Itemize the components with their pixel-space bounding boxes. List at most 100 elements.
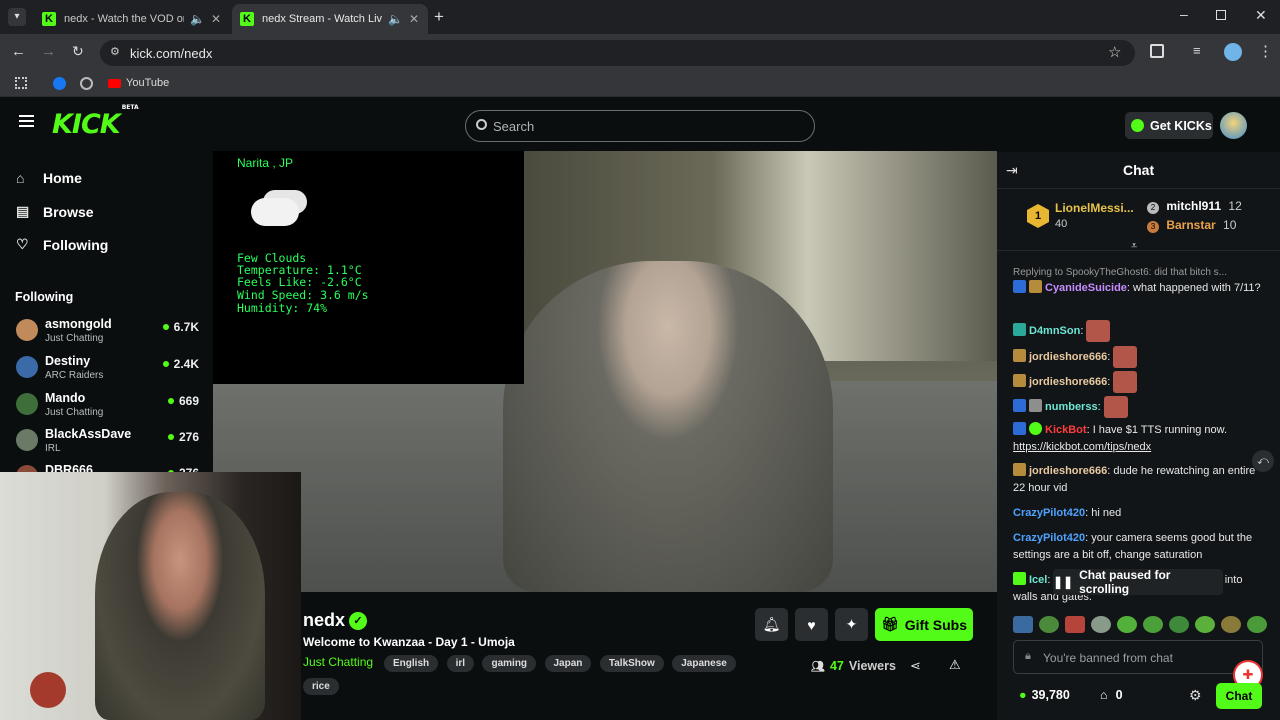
channel-name[interactable]: nedx [303,610,345,631]
chat-message: CrazyPilot420: hi ned [1013,507,1122,519]
new-tab-icon[interactable]: + [434,7,444,27]
live-dot-icon [167,398,174,404]
emote-icon[interactable] [1169,616,1189,633]
tag-rice[interactable]: rice [303,678,339,695]
tag-japan[interactable]: Japan [544,655,592,672]
gifter-name: LionelMessi... [1055,201,1134,215]
apps-grid-icon[interactable] [15,77,27,89]
chat-username[interactable]: CrazyPilot420 [1013,532,1085,544]
emote-icon[interactable] [1221,616,1241,633]
emote-bar [1013,614,1268,634]
get-kicks-button[interactable]: Get KICKs [1125,112,1213,139]
chat-username[interactable]: CyanideSuicide [1045,282,1127,294]
top-gifter-3[interactable]: 3 Barnstar 10 [1147,218,1267,234]
emote-icon[interactable] [1143,616,1163,633]
emote-icon [1113,371,1138,393]
chat-username[interactable]: D4mnSon [1029,325,1080,337]
category-link[interactable]: Just Chatting [303,655,373,669]
video-player[interactable]: Narita , JP Few Clouds Temperature: 1.1°… [213,151,997,592]
viewer-count-value: 669 [178,394,199,408]
channel-item-mando[interactable]: Mando Just Chatting 669 [16,389,206,423]
tag-japanese[interactable]: Japanese [672,655,736,672]
chat-username[interactable]: CrazyPilot420 [1013,507,1085,519]
facebook-icon[interactable] [53,77,66,90]
chat-username[interactable]: Icel [1029,574,1047,586]
profile-avatar[interactable] [1224,43,1242,61]
sub-badge-icon [1013,280,1026,293]
back-icon[interactable]: ← [11,43,26,60]
nav-browse[interactable]: ▤ Browse [16,203,94,220]
share-icon[interactable]: ⋖ [910,658,921,674]
tab-stream[interactable]: K nedx Stream - Watch Live on Kick 🔈 ✕ [232,4,428,34]
follow-button[interactable]: ♥ [795,608,828,641]
bell-icon: 🔔︎ [762,616,781,632]
tag-irl[interactable]: irl [446,655,475,672]
nav-home[interactable]: ⌂ Home [16,170,82,186]
emote-icon[interactable] [1247,616,1267,633]
chat-link[interactable]: https://kickbot.com/tips/nedx [1013,441,1151,453]
reload-icon[interactable]: ↻ [72,43,84,60]
emote-icon[interactable] [1013,616,1033,633]
tab-vod[interactable]: K nedx - Watch the VOD on Kick 🔈 ✕ [34,4,230,34]
browser-menu-icon[interactable]: ⋮ [1258,42,1273,60]
chat-text: I have $1 TTS running now. [1092,424,1228,436]
channel-category: Just Chatting [45,333,104,344]
scroll-to-bottom-button[interactable]: ⤺ [1252,450,1274,472]
chat-username[interactable]: KickBot [1045,424,1087,436]
url-text: kick.com/nedx [130,46,213,61]
chat-send-button[interactable]: Chat [1216,683,1262,709]
globe-icon[interactable] [80,77,93,90]
channel-category: Just Chatting [45,407,104,418]
chat-username[interactable]: jordieshore666 [1029,465,1107,477]
chat-username[interactable]: jordieshore666 [1029,351,1107,363]
bookmark-youtube[interactable]: YouTube [108,77,169,89]
top-gifter-2[interactable]: 2 mitchl911 12 [1147,199,1267,215]
nav-following[interactable]: ♡ Following [16,236,108,253]
channel-item-asmongold[interactable]: asmongold Just Chatting 6.7K [16,315,206,349]
video-person [503,261,833,592]
chat-input[interactable]: 🔒︎ You're banned from chat [1013,640,1263,674]
chat-paused-notice[interactable]: ❚❚ Chat paused for scrolling [1053,568,1223,596]
forward-icon[interactable]: → [41,43,56,60]
close-window-icon[interactable]: ✕ [1255,7,1267,24]
channel-points[interactable]: ● 39,780 [1019,688,1070,702]
tag-gaming[interactable]: gaming [482,655,537,672]
top-gifter-1[interactable]: 1 LionelMessi... 40 [1027,200,1147,236]
chat-username[interactable]: jordieshore666 [1029,376,1107,388]
emote-icon[interactable] [1117,616,1137,633]
tab-list-icon[interactable]: ▾ [8,8,26,26]
close-tab-icon[interactable]: ✕ [211,12,221,26]
channel-item-blackassdave[interactable]: BlackAssDave IRL 276 [16,425,206,459]
tag-talkshow[interactable]: TalkShow [599,655,664,672]
collapse-chat-icon[interactable]: ⇥ [1006,162,1018,179]
emote-icon[interactable] [1039,616,1059,633]
gift-subs-button[interactable]: 🎁︎ Gift Subs [875,608,973,641]
tag-english[interactable]: English [384,655,439,672]
channel-item-destiny[interactable]: Destiny ARC Raiders 2.4K [16,352,206,386]
emote-icon[interactable] [1091,616,1111,633]
site-info-icon[interactable]: ⚙ [110,45,120,58]
paused-label: Chat paused for scrolling [1079,568,1171,596]
get-kicks-label: Get KICKs [1150,118,1212,133]
treasure-chest[interactable]: ⌂ 0 [1100,688,1123,702]
emote-icon[interactable] [1195,616,1215,633]
sparkle-button[interactable]: ✦ [835,608,868,641]
extensions-icon[interactable] [1150,44,1164,58]
kick-logo[interactable]: KICKBETA [52,104,139,140]
chat-settings-icon[interactable]: ⚙ [1189,687,1202,704]
user-avatar[interactable] [1220,112,1247,139]
minimize-icon[interactable]: – [1180,6,1188,22]
report-icon[interactable]: ⚠ [949,657,961,673]
site-header: KICKBETA Search Get KICKs [0,97,1280,152]
maximize-icon[interactable] [1216,10,1226,20]
bookmark-star-icon[interactable]: ☆ [1108,43,1121,61]
close-tab-icon[interactable]: ✕ [409,12,419,26]
hamburger-menu-icon[interactable] [19,115,34,127]
media-controls-icon[interactable]: ≡ [1193,43,1201,58]
search-input[interactable]: Search [465,110,815,142]
emote-icon[interactable] [1065,616,1085,633]
chat-username[interactable]: numberss [1045,401,1098,413]
notifications-button[interactable]: 🔔︎ [755,608,788,641]
url-field[interactable]: ⚙ kick.com/nedx [100,40,1135,66]
expand-gifters-icon[interactable]: ⩡ [1131,240,1137,253]
